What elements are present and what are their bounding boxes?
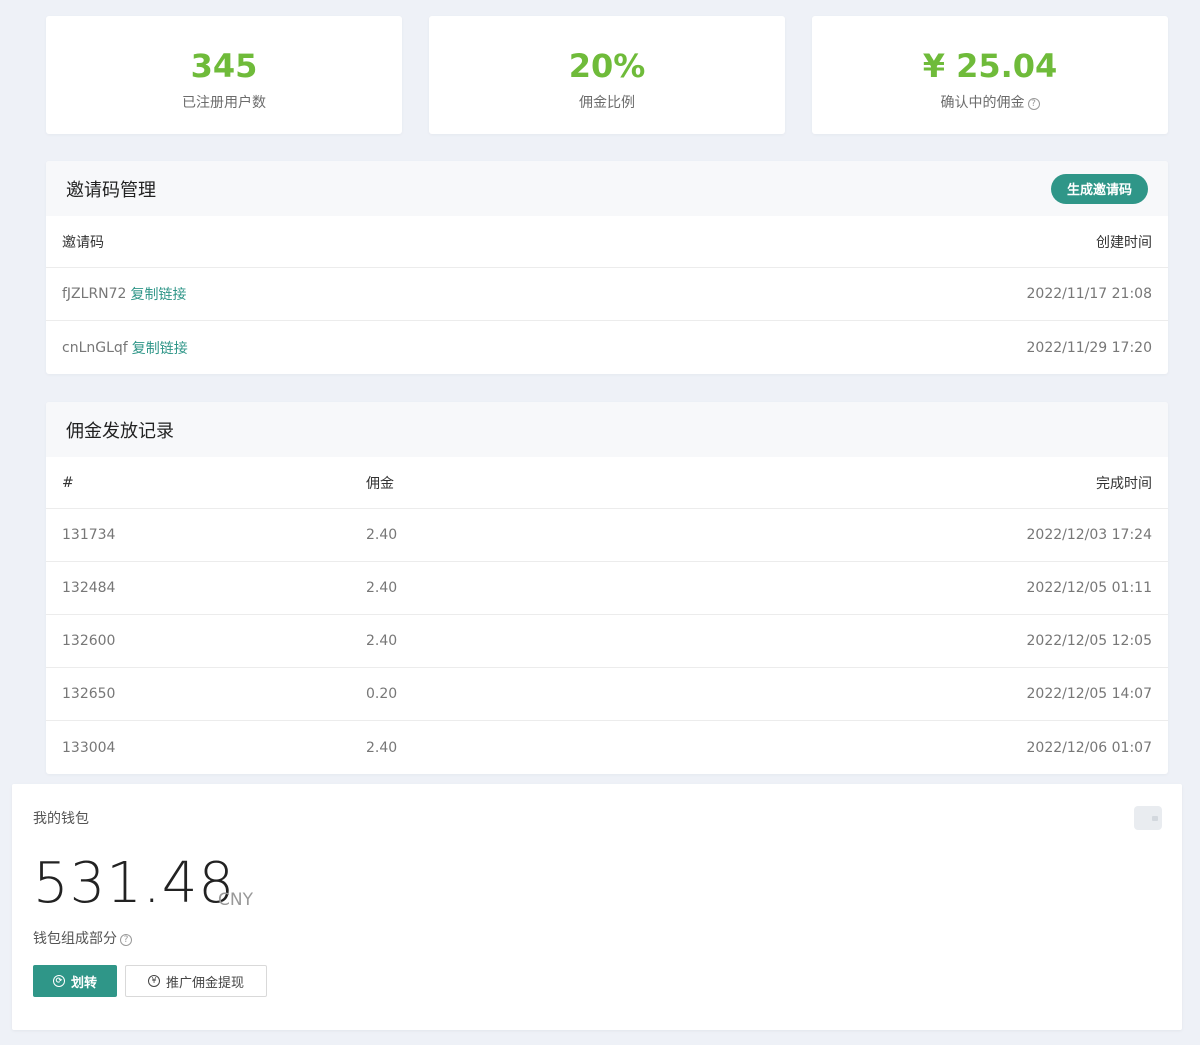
- wallet-currency: CNY: [218, 890, 253, 910]
- record-time: 2022/12/06 01:07: [1026, 739, 1153, 756]
- withdraw-commission-button[interactable]: ¥ 推广佣金提现: [125, 965, 267, 997]
- stats-row: 345 已注册用户数 20% 佣金比例 ¥ 25.04 确认中的佣金?: [46, 16, 1168, 134]
- stat-card-commission-rate: 20% 佣金比例: [429, 16, 785, 134]
- stat-value: 345: [190, 47, 258, 85]
- table-row: 132484 2.40 2022/12/05 01:11: [46, 562, 1168, 615]
- stat-value: 20%: [568, 47, 646, 85]
- table-row: 131734 2.40 2022/12/03 17:24: [46, 509, 1168, 562]
- transfer-button-label: 划转: [70, 975, 97, 991]
- table-row: cnLnGLqf 复制链接 2022/11/29 17:20: [46, 321, 1168, 374]
- stat-card-pending-commission: ¥ 25.04 确认中的佣金?: [812, 16, 1168, 134]
- record-time: 2022/12/05 14:07: [1026, 686, 1153, 702]
- record-time: 2022/12/03 17:24: [1026, 527, 1153, 543]
- created-time: 2022/11/17 21:08: [1026, 286, 1153, 302]
- stat-label: 佣金比例: [579, 95, 635, 111]
- record-id: 131734: [62, 527, 116, 543]
- stat-label-row: 确认中的佣金?: [812, 94, 1168, 112]
- record-amount: 2.40: [366, 580, 398, 596]
- wallet-balance: 531.48: [33, 851, 235, 916]
- withdraw-button-label: 推广佣金提现: [165, 975, 244, 991]
- invite-code: cnLnGLqf: [62, 339, 128, 356]
- table-row: 132650 0.20 2022/12/05 14:07: [46, 668, 1168, 721]
- transfer-button[interactable]: ⟳ 划转: [33, 965, 117, 997]
- invite-code: fJZLRN72: [62, 286, 127, 302]
- table-row: 133004 2.40 2022/12/06 01:07: [46, 721, 1168, 774]
- record-time: 2022/12/05 01:11: [1026, 580, 1153, 596]
- table-row: 132600 2.40 2022/12/05 12:05: [46, 615, 1168, 668]
- record-amount: 2.40: [366, 527, 398, 543]
- help-icon[interactable]: ?: [120, 934, 132, 946]
- column-header-code: 邀请码: [62, 234, 104, 251]
- wallet-panel: 我的钱包 531.48 CNY 钱包组成部分? ⟳ 划转 ¥ 推广佣金提现: [12, 784, 1182, 1030]
- stat-label: 已注册用户数: [182, 95, 266, 111]
- table-header: 邀请码 创建时间: [46, 216, 1168, 268]
- table-header: # 佣金 完成时间: [46, 457, 1168, 509]
- panel-header: 邀请码管理 生成邀请码: [46, 161, 1168, 216]
- record-id: 132600: [62, 633, 116, 649]
- table-row: fJZLRN72 复制链接 2022/11/17 21:08: [46, 268, 1168, 321]
- copy-link-button[interactable]: 复制链接: [132, 338, 188, 358]
- record-id: 132484: [62, 580, 116, 596]
- record-amount: 2.40: [366, 739, 398, 756]
- record-amount: 0.20: [366, 686, 398, 702]
- record-amount: 2.40: [366, 633, 398, 649]
- commission-records-panel: 佣金发放记录 # 佣金 完成时间 131734 2.40 2022/12/03 …: [46, 402, 1168, 774]
- wallet-composition: 钱包组成部分?: [33, 928, 132, 948]
- wallet-composition-label: 钱包组成部分: [33, 931, 117, 947]
- copy-link-button[interactable]: 复制链接: [130, 284, 186, 304]
- transfer-icon: ⟳: [52, 975, 65, 987]
- help-icon[interactable]: ?: [1027, 98, 1040, 110]
- column-header-id: #: [62, 474, 74, 491]
- column-header-time: 完成时间: [1096, 475, 1152, 492]
- wallet-icon: [1134, 806, 1162, 830]
- invite-code-panel: 邀请码管理 生成邀请码 邀请码 创建时间 fJZLRN72 复制链接 2022/…: [46, 161, 1168, 374]
- stat-card-registered-users: 345 已注册用户数: [46, 16, 402, 134]
- record-id: 133004: [62, 739, 116, 756]
- column-header-created: 创建时间: [1096, 234, 1152, 251]
- panel-header: 佣金发放记录: [46, 402, 1168, 457]
- created-time: 2022/11/29 17:20: [1026, 339, 1153, 356]
- stat-label: 确认中的佣金: [940, 95, 1025, 111]
- record-id: 132650: [62, 686, 116, 702]
- column-header-amount: 佣金: [366, 475, 394, 492]
- wallet-label: 我的钱包: [33, 811, 89, 827]
- panel-title: 邀请码管理: [66, 179, 156, 201]
- generate-invite-code-button[interactable]: 生成邀请码: [1050, 173, 1148, 204]
- stat-value: ¥ 25.04: [922, 47, 1058, 85]
- panel-title: 佣金发放记录: [66, 420, 174, 442]
- withdraw-icon: ¥: [147, 975, 160, 987]
- record-time: 2022/12/05 12:05: [1026, 633, 1153, 649]
